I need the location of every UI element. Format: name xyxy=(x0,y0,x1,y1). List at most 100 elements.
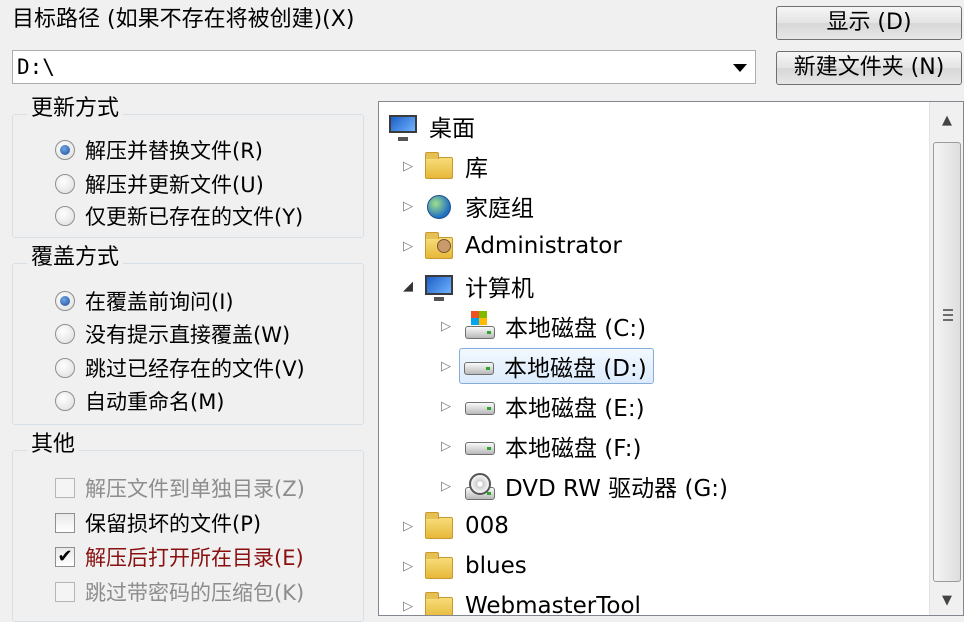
radio-icon[interactable] xyxy=(55,391,75,411)
tree-item-label: DVD RW 驱动器 (G:) xyxy=(505,476,728,502)
expand-arrow-icon[interactable]: ▷ xyxy=(439,480,453,494)
collapse-arrow-icon[interactable]: ◢ xyxy=(401,280,415,294)
system-drive-icon xyxy=(463,311,497,341)
computer-icon xyxy=(423,271,457,301)
folder-tree[interactable]: 桌面 ▷ 库 ▷ 家庭组 ▷ Administrator ◢ 计算机 ▷ 本地磁… xyxy=(378,101,964,616)
radio-label: 没有提示直接覆盖(W) xyxy=(85,323,291,347)
radio-auto-rename[interactable]: 自动重命名(M) xyxy=(55,386,225,416)
tree-scrollbar[interactable]: ▲ ▼ xyxy=(929,102,963,615)
grip-line xyxy=(943,319,953,321)
checkbox-icon[interactable] xyxy=(55,478,75,498)
tree-item-label: 计算机 xyxy=(465,276,534,302)
tree-item-drive-f[interactable]: 本地磁盘 (F:) xyxy=(463,428,641,464)
tree-item-administrator[interactable]: Administrator xyxy=(423,228,622,264)
destination-path-value[interactable]: D:\ xyxy=(17,55,55,79)
radio-label: 解压并替换文件(R) xyxy=(85,139,263,163)
radio-label: 仅更新已存在的文件(Y) xyxy=(85,205,304,229)
tree-item-label: blues xyxy=(465,553,527,579)
destination-path-combo[interactable]: D:\ xyxy=(12,50,756,84)
tree-item-label: 008 xyxy=(465,513,509,539)
tree-item-library[interactable]: 库 xyxy=(423,148,488,184)
tree-item-drive-c[interactable]: 本地磁盘 (C:) xyxy=(463,308,646,344)
scrollbar-thumb[interactable] xyxy=(933,142,961,582)
user-folder-icon xyxy=(423,231,457,261)
expand-arrow-icon[interactable]: ▷ xyxy=(401,520,415,534)
checkbox-label: 保留损坏的文件(P) xyxy=(85,512,262,536)
radio-icon[interactable] xyxy=(55,324,75,344)
expand-arrow-icon[interactable]: ▷ xyxy=(401,160,415,174)
checkbox-skip-password-archives[interactable]: 跳过带密码的压缩包(K) xyxy=(55,577,304,607)
other-options-title: 其他 xyxy=(27,431,80,459)
folder-icon xyxy=(423,511,457,541)
tree-item-folder-008[interactable]: 008 xyxy=(423,508,509,544)
dvd-drive-icon xyxy=(463,471,497,501)
show-button[interactable]: 显示 (D) xyxy=(776,6,962,40)
expand-arrow-icon[interactable]: ▷ xyxy=(401,600,415,614)
tree-item-folder-blues[interactable]: blues xyxy=(423,548,527,584)
expand-arrow-icon[interactable]: ▷ xyxy=(439,360,453,374)
tree-item-desktop[interactable]: 桌面 xyxy=(387,108,475,144)
checkbox-label: 解压文件到单独目录(Z) xyxy=(85,477,305,501)
tree-item-label: 家庭组 xyxy=(465,196,534,222)
checkbox-extract-to-separate-folder[interactable]: 解压文件到单独目录(Z) xyxy=(55,473,305,503)
checkbox-keep-broken-files[interactable]: 保留损坏的文件(P) xyxy=(55,508,261,538)
radio-ask-before-overwrite[interactable]: 在覆盖前询问(I) xyxy=(55,286,234,316)
folder-icon xyxy=(423,591,457,615)
radio-selected-icon[interactable] xyxy=(55,291,75,311)
tree-item-label: 库 xyxy=(465,156,488,182)
checkbox-icon[interactable] xyxy=(55,582,75,602)
expand-arrow-icon[interactable]: ▷ xyxy=(401,200,415,214)
radio-replace-files[interactable]: 解压并替换文件(R) xyxy=(55,135,263,165)
expand-arrow-icon[interactable]: ▷ xyxy=(401,560,415,574)
radio-icon[interactable] xyxy=(55,206,75,226)
desktop-icon xyxy=(387,111,421,141)
tree-item-drive-d[interactable]: 本地磁盘 (D:) xyxy=(459,348,654,384)
radio-overwrite-without-prompt[interactable]: 没有提示直接覆盖(W) xyxy=(55,319,290,349)
radio-label: 在覆盖前询问(I) xyxy=(85,290,234,314)
radio-update-existing[interactable]: 仅更新已存在的文件(Y) xyxy=(55,201,303,231)
update-mode-title: 更新方式 xyxy=(27,95,124,123)
dropdown-arrow-icon[interactable] xyxy=(733,64,747,72)
scroll-up-arrow-icon[interactable]: ▲ xyxy=(930,104,963,138)
grip-line xyxy=(943,314,953,316)
tree-item-label: WebmasterTool xyxy=(465,593,641,616)
tree-item-drive-e[interactable]: 本地磁盘 (E:) xyxy=(463,388,645,424)
tree-item-label: 本地磁盘 (F:) xyxy=(505,436,642,462)
tree-item-folder-webmastertool[interactable]: WebmasterTool xyxy=(423,588,641,616)
checkbox-checked-icon[interactable]: ✔ xyxy=(55,547,75,567)
expand-arrow-icon[interactable]: ▷ xyxy=(439,400,453,414)
radio-update-files[interactable]: 解压并更新文件(U) xyxy=(55,169,264,199)
tree-item-dvd-drive-g[interactable]: DVD RW 驱动器 (G:) xyxy=(463,468,728,504)
checkbox-open-folder-after-extract[interactable]: ✔ 解压后打开所在目录(E) xyxy=(55,542,304,572)
tree-item-label: 本地磁盘 (C:) xyxy=(505,316,647,342)
radio-skip-existing[interactable]: 跳过已经存在的文件(V) xyxy=(55,353,305,383)
radio-label: 解压并更新文件(U) xyxy=(85,173,264,197)
tree-item-label: 本地磁盘 (E:) xyxy=(505,396,645,422)
tree-item-label: 桌面 xyxy=(429,116,475,142)
overwrite-mode-group: 覆盖方式 在覆盖前询问(I) 没有提示直接覆盖(W) 跳过已经存在的文件(V) … xyxy=(12,244,364,425)
radio-icon[interactable] xyxy=(55,174,75,194)
expand-arrow-icon[interactable]: ▷ xyxy=(401,240,415,254)
library-icon xyxy=(423,151,457,181)
other-options-group: 其他 解压文件到单独目录(Z) 保留损坏的文件(P) ✔ 解压后打开所在目录(E… xyxy=(12,431,364,622)
destination-path-label: 目标路径 (如果不存在将被创建)(X) xyxy=(12,7,355,32)
expand-arrow-icon[interactable]: ▷ xyxy=(439,440,453,454)
radio-icon[interactable] xyxy=(55,358,75,378)
tree-item-label: 本地磁盘 (D:) xyxy=(504,356,647,382)
homegroup-icon xyxy=(423,191,457,221)
tree-item-label: Administrator xyxy=(465,233,622,259)
radio-label: 跳过已经存在的文件(V) xyxy=(85,357,305,381)
checkbox-icon[interactable] xyxy=(55,513,75,533)
checkbox-label: 解压后打开所在目录(E) xyxy=(85,546,304,570)
folder-icon xyxy=(423,551,457,581)
drive-icon xyxy=(463,431,497,461)
tree-item-homegroup[interactable]: 家庭组 xyxy=(423,188,534,224)
scroll-down-arrow-icon[interactable]: ▼ xyxy=(930,584,963,615)
update-mode-group: 更新方式 解压并替换文件(R) 解压并更新文件(U) 仅更新已存在的文件(Y) xyxy=(12,95,364,238)
expand-arrow-icon[interactable]: ▷ xyxy=(439,320,453,334)
new-folder-button[interactable]: 新建文件夹 (N) xyxy=(776,51,962,85)
tree-item-computer[interactable]: 计算机 xyxy=(423,268,534,304)
checkbox-label: 跳过带密码的压缩包(K) xyxy=(85,581,305,605)
drive-icon xyxy=(462,351,496,381)
radio-selected-icon[interactable] xyxy=(55,140,75,160)
